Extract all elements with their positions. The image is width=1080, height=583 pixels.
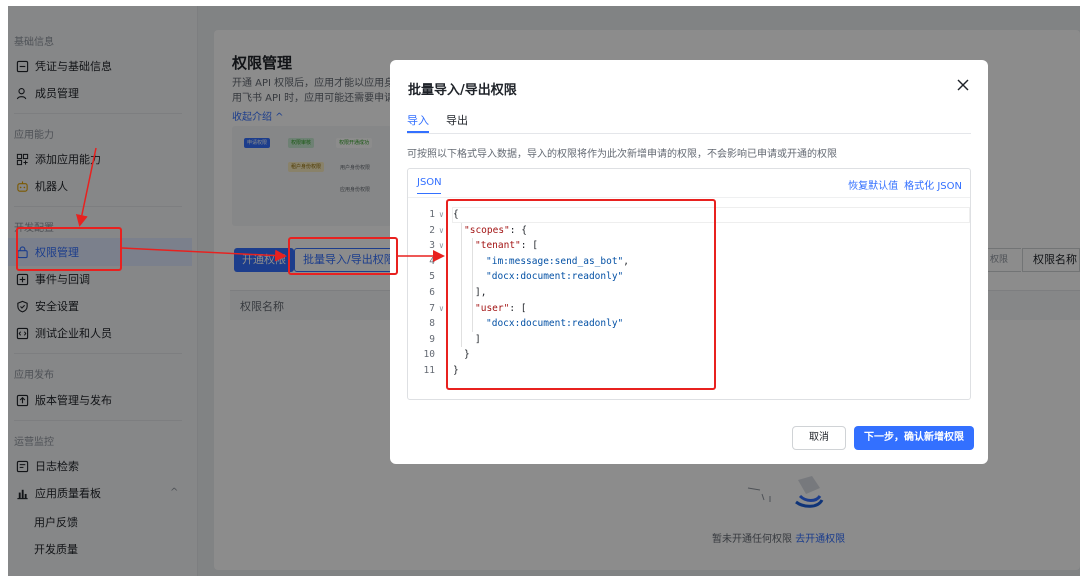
editor-tab-indicator [417, 193, 441, 194]
restore-default-button[interactable]: 恢复默认值 [848, 177, 898, 192]
line-number: 4 [429, 255, 435, 267]
format-json-button[interactable]: 格式化 JSON [904, 177, 962, 192]
editor-divider [408, 197, 970, 198]
cancel-button[interactable]: 取消 [792, 426, 846, 450]
editor-actions: 恢复默认值 格式化 JSON [848, 177, 962, 192]
next-confirm-button[interactable]: 下一步，确认新增权限 [854, 426, 974, 450]
tab-export[interactable]: 导出 [446, 112, 468, 128]
line-number: 2 [429, 224, 435, 236]
line-number: 11 [423, 364, 435, 376]
annotation-box-batch-button [288, 237, 398, 275]
tab-divider [407, 133, 971, 134]
line-number: 8 [429, 318, 435, 330]
line-number: 7 [429, 302, 435, 314]
tab-import[interactable]: 导入 [407, 112, 429, 128]
editor-tab-json[interactable]: JSON [417, 177, 442, 188]
line-number: 10 [423, 349, 435, 361]
annotation-box-json [446, 199, 716, 390]
line-number: 9 [429, 333, 435, 345]
line-number: 5 [429, 271, 435, 283]
line-number: 6 [429, 286, 435, 298]
modal-title: 批量导入/导出权限 [408, 83, 517, 98]
annotation-box-sidebar [16, 227, 122, 271]
line-number: 1 [429, 209, 435, 220]
line-number: 3 [429, 240, 435, 252]
close-icon[interactable] [956, 78, 970, 92]
import-hint-text: 可按照以下格式导入数据，导入的权限将作为此次新增申请的权限，不会影响已申请或开通… [407, 149, 837, 160]
